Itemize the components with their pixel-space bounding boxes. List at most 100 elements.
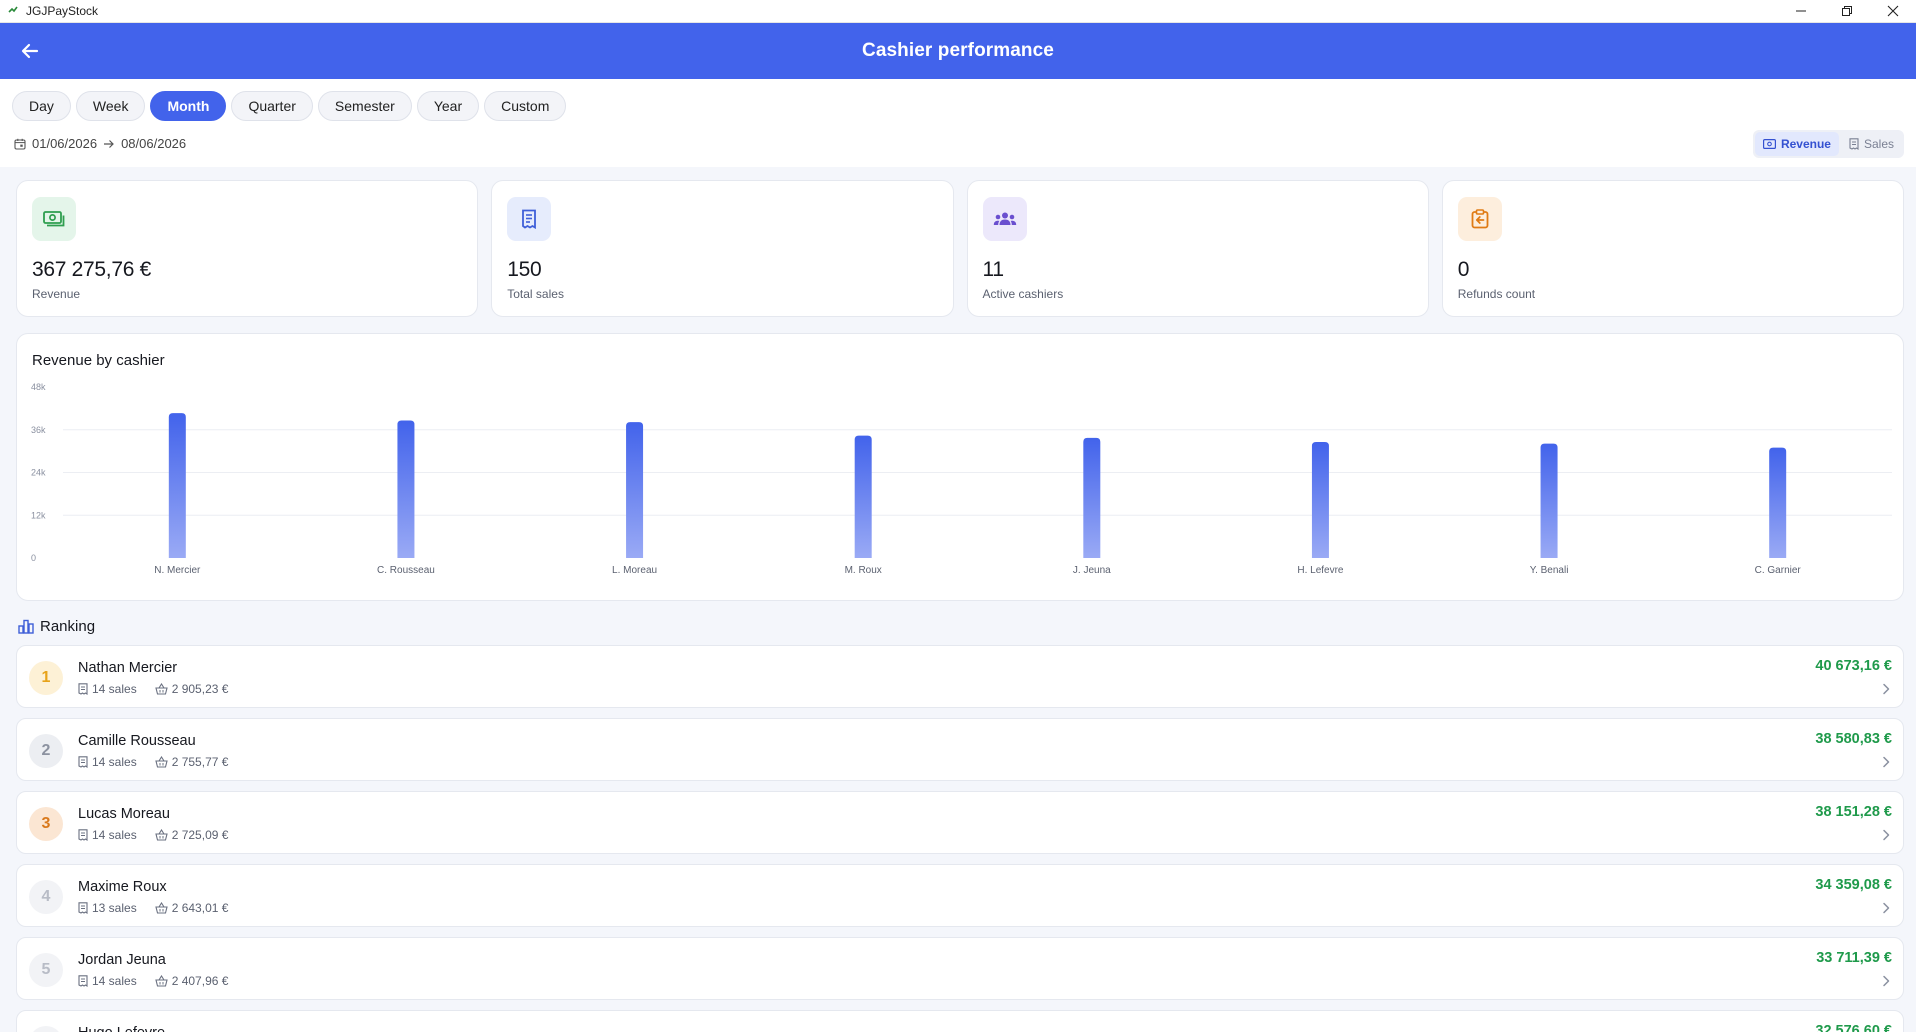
sales-count: 14 sales bbox=[92, 974, 137, 988]
cashier-name: Lucas Moreau bbox=[78, 806, 170, 822]
stat-value: 150 bbox=[507, 258, 542, 281]
chevron-right-icon bbox=[1882, 755, 1890, 773]
x-tick-label: C. Garnier bbox=[1755, 565, 1802, 576]
chart-title: Revenue by cashier bbox=[32, 352, 165, 369]
metric-sales-button[interactable]: Sales bbox=[1841, 132, 1902, 156]
app-logo-icon bbox=[6, 4, 20, 18]
tab-semester[interactable]: Semester bbox=[317, 91, 412, 121]
users-icon bbox=[982, 197, 1027, 241]
ranking-row[interactable]: 3 Lucas Moreau 14 sales 2 725,09 € 38 151,28… bbox=[16, 791, 1904, 854]
arrow-left-icon bbox=[21, 43, 39, 59]
bar-y-benali[interactable] bbox=[1540, 443, 1558, 558]
x-tick-label: Y. Benali bbox=[1530, 565, 1569, 576]
metric-revenue-label: Revenue bbox=[1780, 137, 1831, 151]
period-tabs: Day Week Month Quarter Semester Year Custom bbox=[12, 91, 567, 121]
x-tick-label: N. Mercier bbox=[154, 565, 201, 576]
ranking-row[interactable]: 1 Nathan Mercier 14 sales 2 905,23 € 40 673,… bbox=[16, 645, 1904, 708]
cashier-revenue: 34 359,08 € bbox=[1815, 877, 1892, 893]
rank-badge: 2 bbox=[29, 734, 63, 768]
date-range-end: 08/06/2026 bbox=[121, 136, 187, 151]
basket-icon bbox=[154, 829, 168, 841]
cashier-name: Jordan Jeuna bbox=[78, 952, 166, 968]
revenue-chart-card: 0 12k 24k 36k 48k N. Mercier C. Rousseau L. Mor… bbox=[16, 333, 1904, 601]
receipt-icon bbox=[78, 756, 88, 768]
receipt-icon bbox=[1849, 138, 1859, 150]
bar-chart-icon bbox=[18, 619, 34, 634]
ranking-row[interactable]: 4 Maxime Roux 13 sales 2 643,01 € 34 359,08 … bbox=[16, 864, 1904, 927]
receipt-icon bbox=[507, 197, 552, 241]
y-tick-label: 36k bbox=[31, 425, 46, 435]
cashier-name: Camille Rousseau bbox=[78, 733, 196, 749]
basket-icon bbox=[154, 902, 168, 914]
stat-value: 11 bbox=[982, 258, 1005, 281]
tab-week[interactable]: Week bbox=[75, 91, 146, 121]
app-window: JGJPayStock Cashier performance Day Week M… bbox=[0, 0, 1916, 1036]
bar-c-rousseau[interactable] bbox=[397, 420, 415, 558]
cashier-revenue: 33 711,39 € bbox=[1816, 950, 1892, 966]
stat-label: Revenue bbox=[32, 287, 81, 301]
tab-year[interactable]: Year bbox=[416, 91, 480, 121]
average-ticket: 2 725,09 € bbox=[171, 828, 229, 842]
chevron-right-icon bbox=[1882, 901, 1890, 919]
cashier-stats: 14 sales 2 905,23 € bbox=[78, 682, 228, 696]
page-title: Cashier performance bbox=[862, 40, 1054, 61]
cash-icon bbox=[32, 197, 76, 241]
x-tick-label: L. Moreau bbox=[612, 565, 657, 576]
cashier-revenue: 38 151,28 € bbox=[1815, 804, 1892, 820]
metric-revenue-button[interactable]: Revenue bbox=[1754, 132, 1839, 156]
rank-badge: 5 bbox=[29, 953, 63, 987]
sales-count: 13 sales bbox=[92, 901, 137, 915]
ranking-header: Ranking bbox=[18, 618, 95, 635]
close-icon bbox=[1887, 5, 1899, 17]
cashier-revenue: 38 580,83 € bbox=[1815, 731, 1892, 747]
basket-icon bbox=[154, 975, 168, 987]
stat-card-total-sales: 150 Total sales bbox=[491, 180, 954, 317]
bar-n-mercier[interactable] bbox=[168, 413, 186, 558]
average-ticket: 2 905,23 € bbox=[171, 682, 229, 696]
back-button[interactable] bbox=[14, 35, 46, 67]
cashier-revenue: 40 673,16 € bbox=[1815, 658, 1892, 674]
minimize-button[interactable] bbox=[1778, 0, 1824, 22]
cashier-stats: 13 sales 2 643,01 € bbox=[78, 901, 228, 915]
bar-c-garnier[interactable] bbox=[1769, 447, 1787, 558]
tab-quarter[interactable]: Quarter bbox=[231, 91, 313, 121]
restore-icon bbox=[1842, 6, 1852, 16]
summary-stats: 367 275,76 € Revenue 150 Total sales 11 Activ… bbox=[16, 180, 1904, 317]
chevron-right-icon bbox=[1882, 828, 1890, 846]
ranking-title: Ranking bbox=[40, 618, 96, 635]
ranking-row[interactable]: 5 Jordan Jeuna 14 sales 2 407,96 € 33 711,39… bbox=[16, 937, 1904, 1000]
tab-month[interactable]: Month bbox=[150, 91, 227, 121]
rank-badge: 3 bbox=[29, 807, 63, 841]
x-tick-label: J. Jeuna bbox=[1073, 565, 1111, 576]
y-tick-label: 24k bbox=[31, 468, 46, 478]
sales-count: 14 sales bbox=[92, 682, 137, 696]
stat-card-active-cashiers: 11 Active cashiers bbox=[966, 180, 1429, 317]
tab-day[interactable]: Day bbox=[12, 91, 71, 121]
tab-custom[interactable]: Custom bbox=[484, 91, 567, 121]
stat-value: 0 bbox=[1457, 258, 1470, 281]
y-tick-label: 48k bbox=[31, 382, 46, 392]
average-ticket: 2 643,01 € bbox=[171, 901, 229, 915]
bar-l-moreau[interactable] bbox=[626, 422, 644, 558]
bar-j-jeuna[interactable] bbox=[1083, 437, 1101, 558]
window-bottom-edge bbox=[0, 1032, 1916, 1036]
arrow-right-icon bbox=[104, 139, 114, 148]
cashier-stats: 14 sales 2 407,96 € bbox=[78, 974, 228, 988]
y-tick-label: 0 bbox=[31, 553, 36, 563]
close-button[interactable] bbox=[1870, 0, 1916, 22]
bar-h-lefevre[interactable] bbox=[1311, 441, 1329, 558]
date-range-start: 01/06/2026 bbox=[32, 136, 98, 151]
bar-m-roux[interactable] bbox=[854, 435, 872, 558]
ranking-row[interactable]: 2 Camille Rousseau 14 sales 2 755,77 € 38 58… bbox=[16, 718, 1904, 781]
average-ticket: 2 407,96 € bbox=[171, 974, 229, 988]
sales-count: 14 sales bbox=[92, 755, 137, 769]
metric-sales-label: Sales bbox=[1863, 137, 1894, 151]
x-tick-label: M. Roux bbox=[845, 565, 882, 576]
restore-button[interactable] bbox=[1824, 0, 1870, 22]
basket-icon bbox=[154, 683, 168, 695]
x-tick-label: C. Rousseau bbox=[377, 565, 435, 576]
ranking-list: 1 Nathan Mercier 14 sales 2 905,23 € 40 673,… bbox=[16, 645, 1904, 1035]
basket-icon bbox=[154, 756, 168, 768]
date-range[interactable]: 01/06/2026 08/06/2026 bbox=[14, 136, 186, 151]
x-tick-label: H. Lefevre bbox=[1297, 565, 1344, 576]
